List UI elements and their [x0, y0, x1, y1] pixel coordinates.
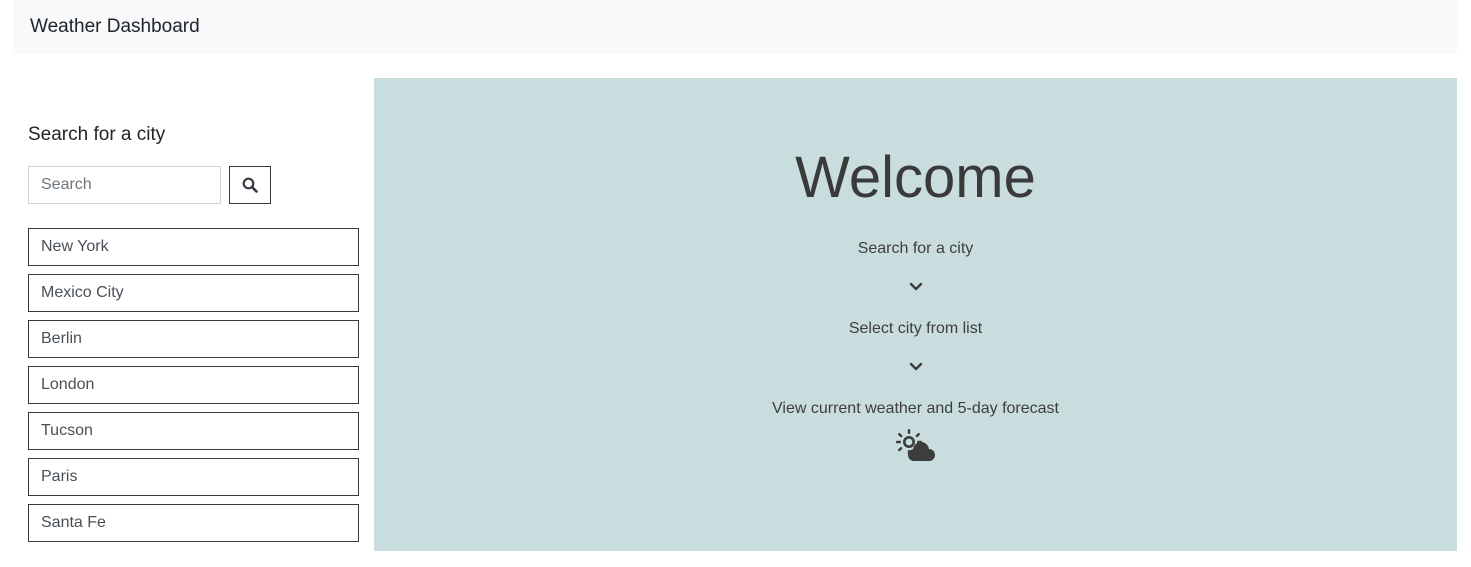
city-item-paris[interactable]: Paris	[28, 458, 359, 496]
search-form	[28, 166, 359, 204]
search-icon	[242, 177, 258, 193]
welcome-panel: Welcome Search for a city Select city fr…	[374, 78, 1457, 551]
step-select: Select city from list	[848, 320, 983, 337]
step-search: Search for a city	[857, 240, 974, 257]
chevron-down-icon	[909, 362, 922, 371]
search-button[interactable]	[229, 166, 271, 204]
weather-icon-wrap	[374, 428, 1457, 464]
navbar: Weather Dashboard	[13, 0, 1457, 54]
city-item-berlin[interactable]: Berlin	[28, 320, 359, 358]
chevron-down-icon	[909, 282, 922, 291]
sun-cloud-icon	[895, 429, 935, 461]
city-list: New York Mexico City Berlin London Tucso…	[28, 228, 359, 550]
search-heading: Search for a city	[28, 124, 166, 145]
city-item-santa-fe[interactable]: Santa Fe	[28, 504, 359, 542]
city-item-mexico-city[interactable]: Mexico City	[28, 274, 359, 312]
welcome-title: Welcome	[795, 145, 1036, 210]
city-item-tucson[interactable]: Tucson	[28, 412, 359, 450]
step-view: View current weather and 5-day forecast	[772, 400, 1059, 417]
city-item-london[interactable]: London	[28, 366, 359, 404]
app-title[interactable]: Weather Dashboard	[30, 16, 200, 38]
search-input[interactable]	[28, 166, 221, 204]
chevron-down-icon-1	[374, 282, 1457, 292]
city-item-new-york[interactable]: New York	[28, 228, 359, 266]
chevron-down-icon-2	[374, 362, 1457, 372]
